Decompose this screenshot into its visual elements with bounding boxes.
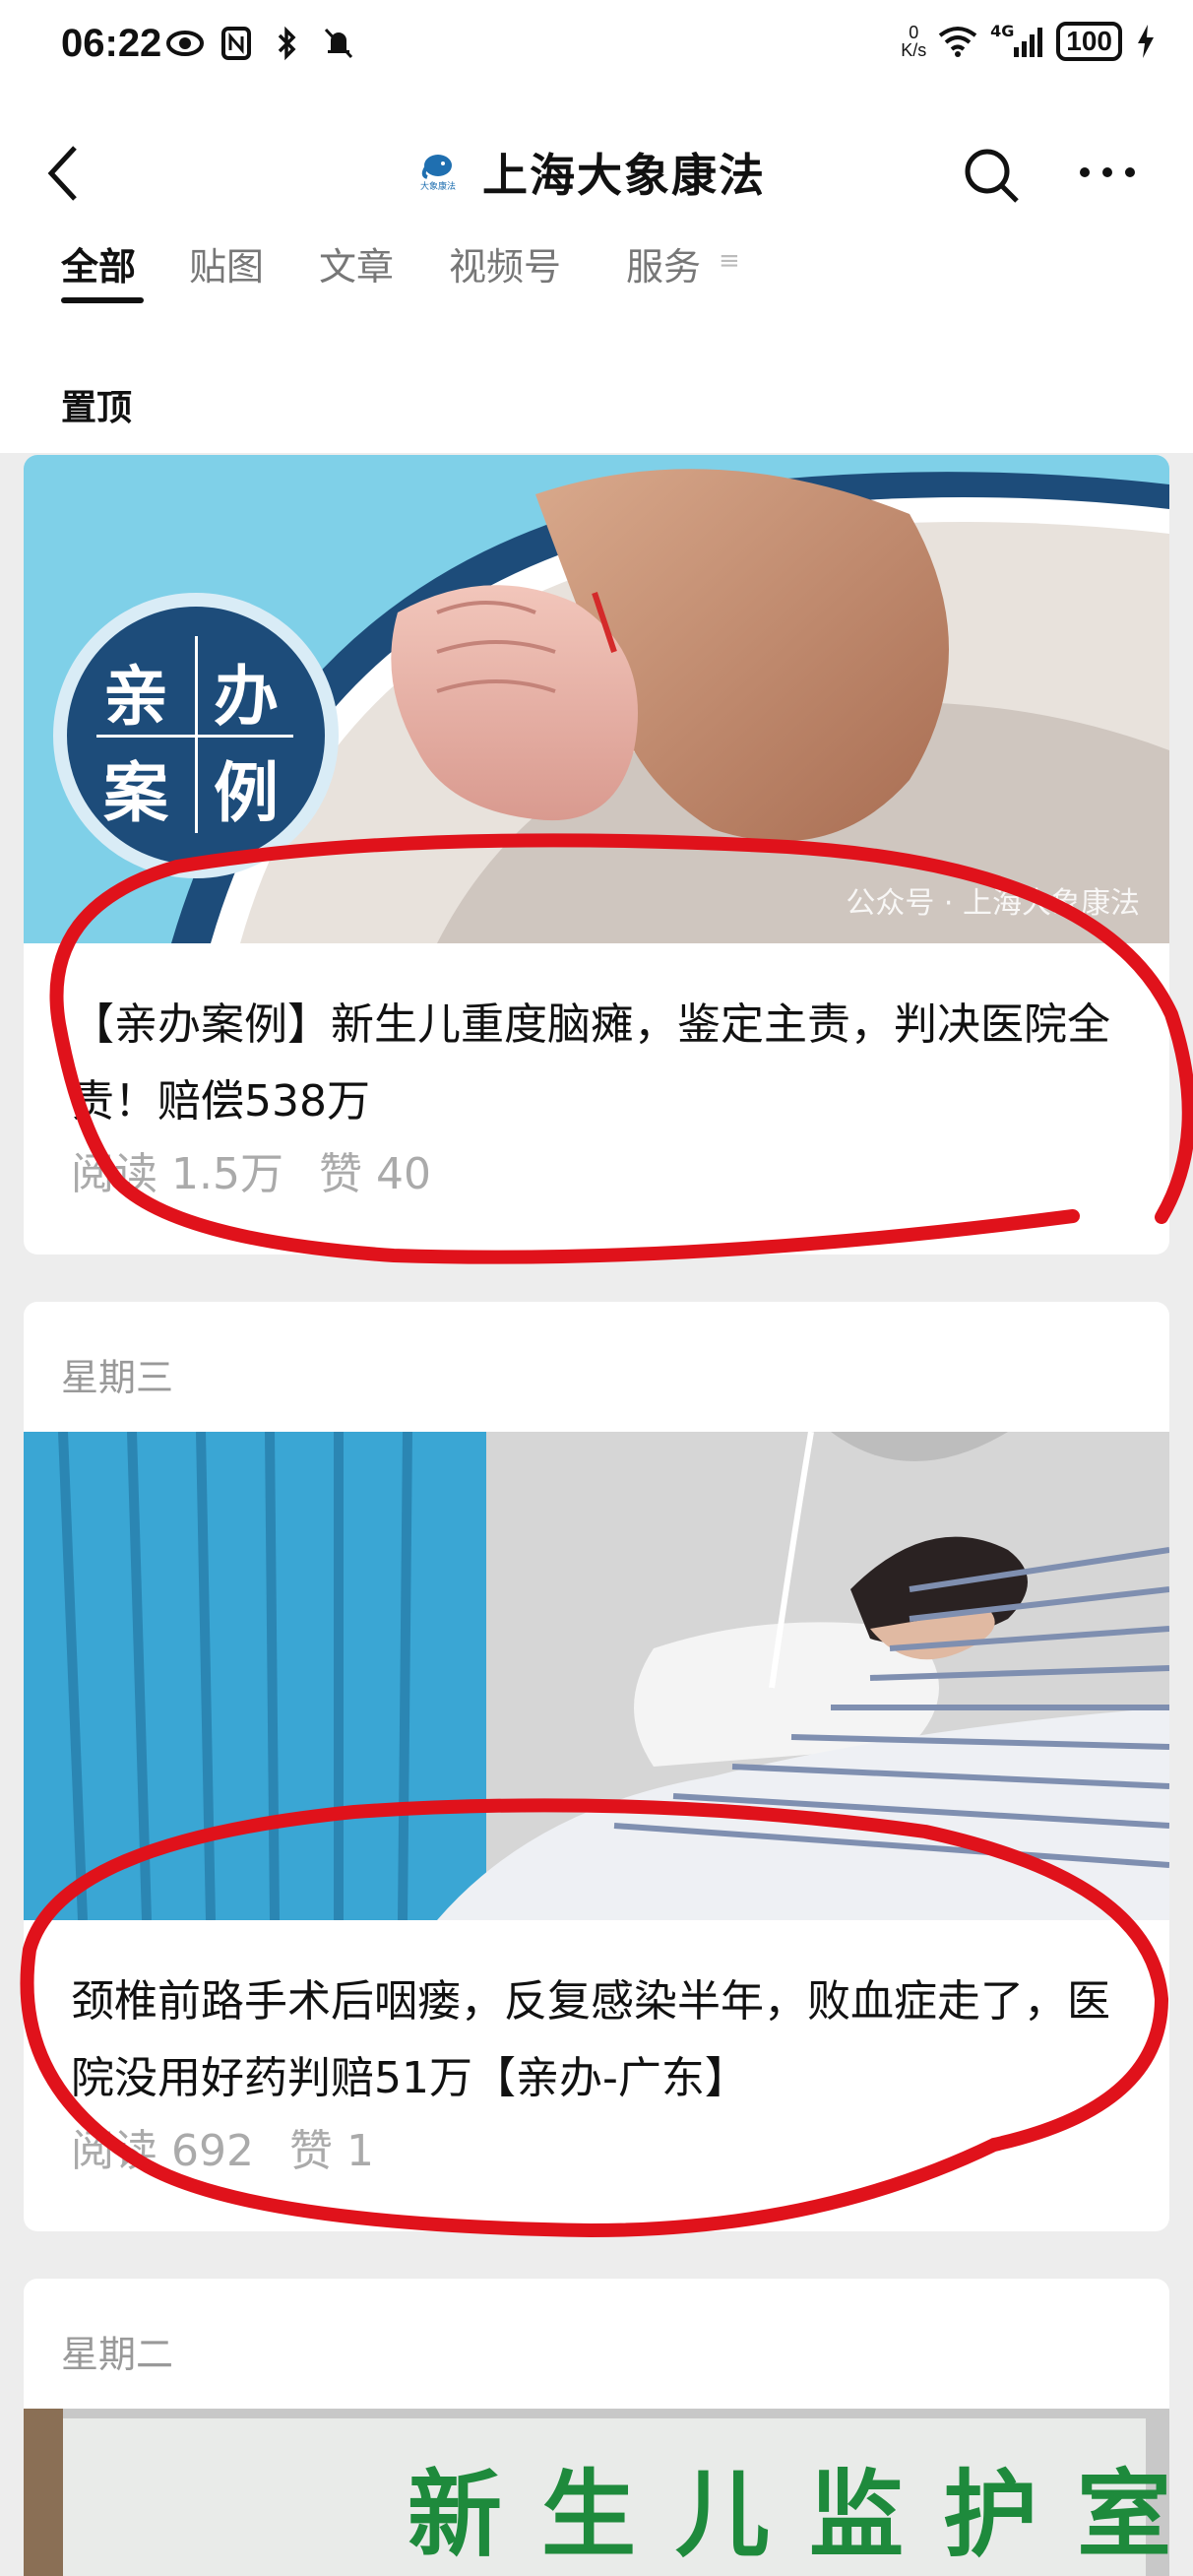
image-watermark: 公众号 · 上海大象康法: [846, 886, 1140, 921]
read-count: 阅读 1.5万: [71, 1149, 283, 1199]
signal-icon: 4G: [989, 22, 1044, 61]
case-badge: 亲 办 案 例: [53, 593, 339, 878]
status-icons-right: 0 K/s 4G 100: [901, 22, 1158, 61]
eye-icon: [165, 24, 205, 63]
tab-images[interactable]: 贴图: [189, 236, 264, 290]
tab-articles[interactable]: 文章: [319, 236, 394, 290]
article-stats: 阅读 692 赞 1: [71, 2115, 374, 2178]
nicu-sign-text: 新生儿监护室: [408, 2460, 1169, 2570]
search-icon: [965, 149, 1019, 203]
mute-bell-icon: [319, 24, 358, 63]
chevron-left-icon: [47, 146, 77, 201]
badge-char-2: 办: [214, 659, 279, 735]
article-stats: 阅读 1.5万 赞 40: [71, 1138, 431, 1201]
article-cover-image: 新生儿监护室: [24, 2409, 1169, 2576]
article-cover-image: 亲 办 案 例 公众号 · 上海大象康法: [24, 455, 1169, 943]
battery-indicator: 100: [1056, 22, 1122, 61]
tab-channels[interactable]: 视频号: [449, 236, 561, 290]
badge-char-3: 案: [103, 755, 168, 831]
tab-overflow-icon[interactable]: ≡: [719, 246, 740, 276]
read-count: 阅读 692: [71, 2126, 254, 2176]
logo-text: 大象康法: [420, 180, 456, 192]
bluetooth-icon: [268, 24, 307, 63]
badge-char-1: 亲: [103, 659, 168, 735]
title-wrap: 大象康法 上海大象康法: [413, 140, 766, 205]
badge-char-4: 例: [214, 755, 279, 831]
tab-services[interactable]: 服务: [626, 236, 701, 290]
tab-bar: 全部 贴图 文章 视频号 服务 ≡: [0, 226, 1193, 315]
article-card[interactable]: 星期三 颈椎前路手术后咽瘘，反复感染半年，败血症走了，医院没用好药判赔51万【亲…: [24, 1302, 1169, 2231]
like-count: 赞 1: [288, 2126, 374, 2176]
article-card-pinned[interactable]: 亲 办 案 例 公众号 · 上海大象康法 【亲办案例】新生儿重度脑瘫，鉴定主责，…: [24, 455, 1169, 1255]
pinned-section-header: 置顶: [0, 315, 1193, 453]
status-bar: 06:22 0 K/s 4G 100: [0, 0, 1193, 98]
status-icons-left: [165, 24, 358, 63]
net-speed-value: 0: [909, 23, 919, 42]
more-button[interactable]: [1073, 158, 1142, 187]
header-bar: 大象康法 上海大象康法: [0, 98, 1193, 236]
net-speed-unit: K/s: [901, 40, 927, 60]
like-count: 赞 40: [318, 1149, 431, 1199]
status-time: 06:22: [61, 22, 162, 65]
article-title[interactable]: 颈椎前路手术后咽瘘，反复感染半年，败血症走了，医院没用好药判赔51万【亲办-广东…: [71, 1964, 1124, 2117]
elephant-logo-icon: 大象康法: [413, 148, 463, 197]
wifi-icon: [938, 22, 977, 61]
article-cover-image: [24, 1432, 1169, 1920]
badge-divider-h: [96, 735, 293, 738]
article-card[interactable]: 星期二 新生儿监护室: [24, 2279, 1169, 2576]
signal-label: 4G: [990, 22, 1015, 40]
article-title[interactable]: 【亲办案例】新生儿重度脑瘫，鉴定主责，判决医院全责！赔偿538万: [71, 987, 1124, 1140]
page-title: 上海大象康法: [482, 149, 766, 202]
charging-icon: [1134, 22, 1158, 61]
hospital-bed-photo: [24, 1432, 1169, 1920]
tab-all[interactable]: 全部: [61, 236, 136, 290]
search-button[interactable]: [960, 144, 1023, 207]
post-day-label: 星期三: [61, 1356, 174, 1399]
more-dots-icon: [1080, 167, 1135, 177]
net-speed: 0 K/s: [901, 24, 926, 59]
back-button[interactable]: [39, 144, 89, 203]
tab-active-indicator: [61, 297, 144, 303]
pinned-label: 置顶: [61, 388, 133, 428]
nfc-icon: [217, 24, 256, 63]
post-day-label: 星期二: [61, 2333, 174, 2376]
